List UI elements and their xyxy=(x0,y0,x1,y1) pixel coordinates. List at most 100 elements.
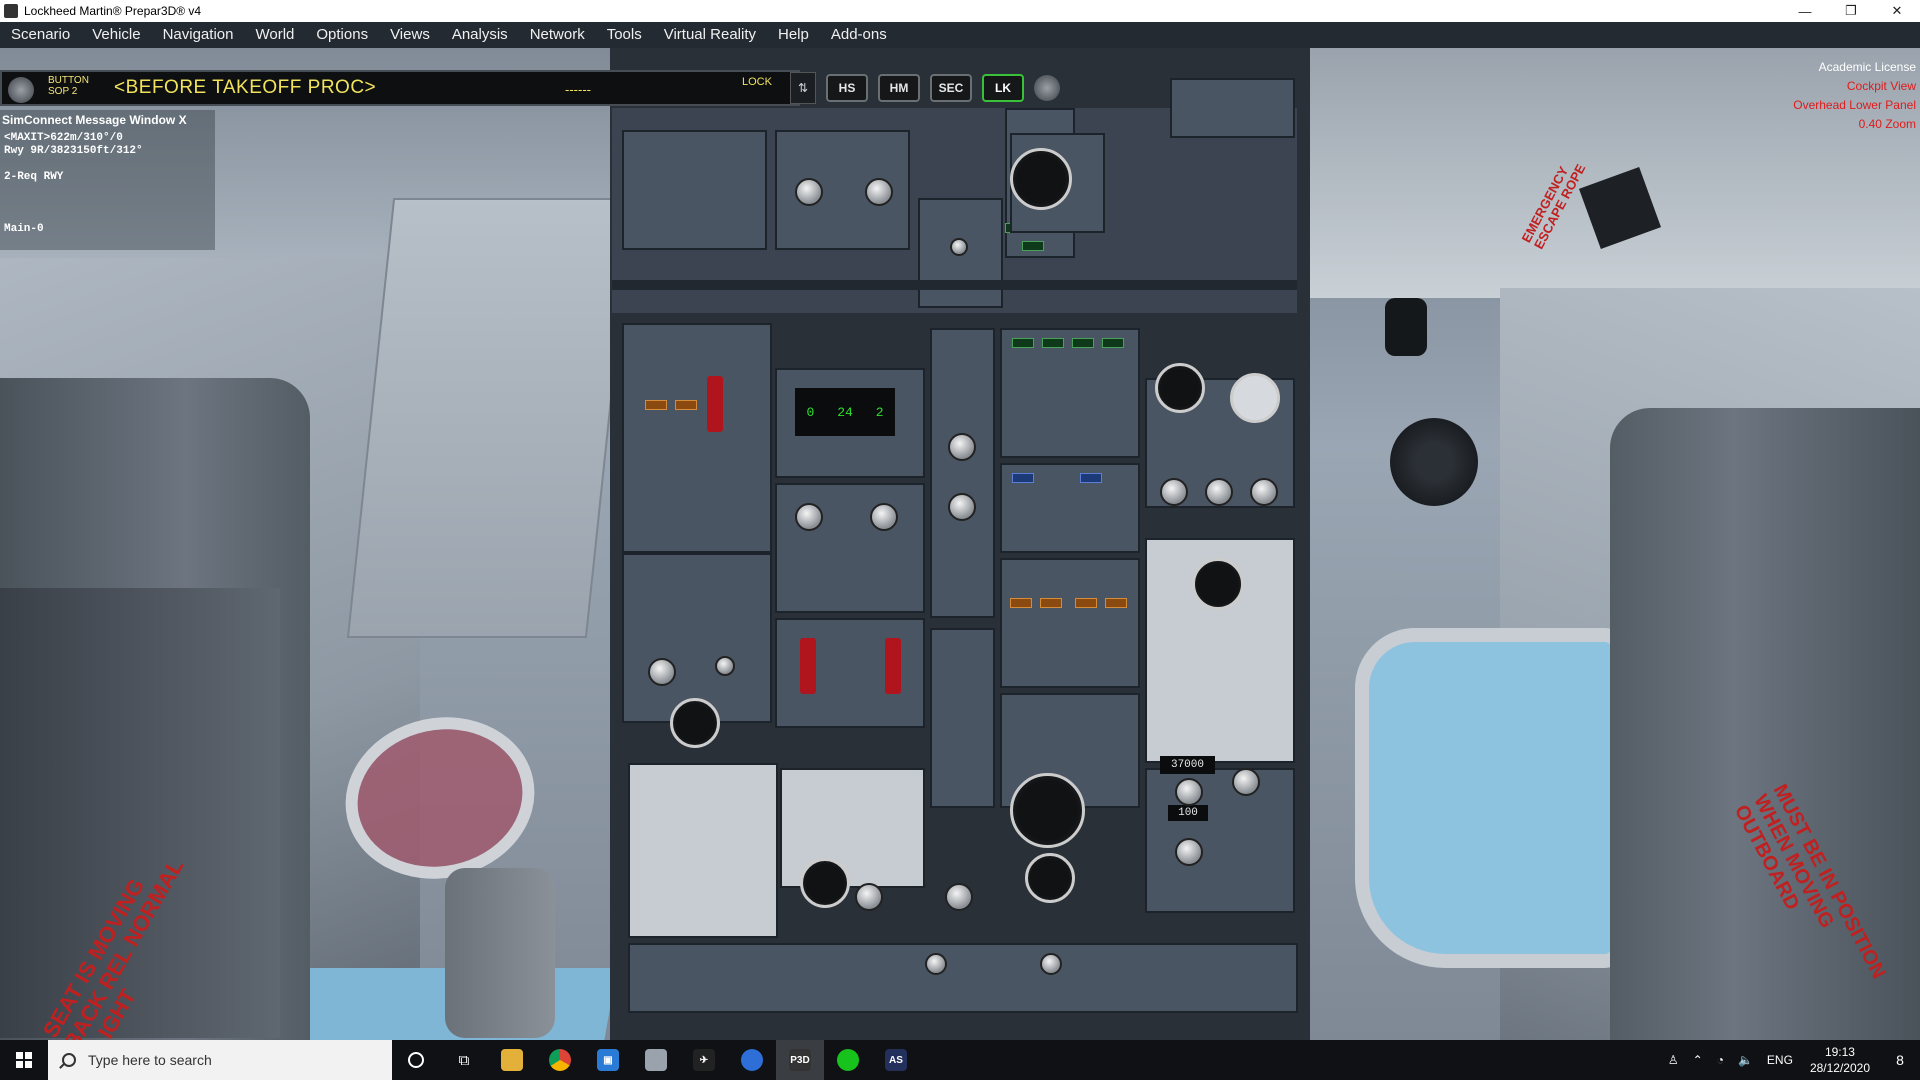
menu-options[interactable]: Options xyxy=(305,22,379,48)
person-icon[interactable]: ♙ xyxy=(1661,1053,1686,1067)
active-sky-icon[interactable]: AS xyxy=(872,1040,920,1080)
menu-network[interactable]: Network xyxy=(519,22,596,48)
duct-pressure-gauge xyxy=(1192,558,1244,610)
procedure-knob[interactable] xyxy=(8,77,34,103)
wiper-knob-right[interactable] xyxy=(855,883,883,911)
remote-desktop-icon[interactable]: ▣ xyxy=(584,1040,632,1080)
fuel-temp-gauge xyxy=(670,698,720,748)
dc-amps-value: 0 xyxy=(806,404,815,420)
menu-analysis[interactable]: Analysis xyxy=(441,22,519,48)
dc-ac-display: 0 24 2 xyxy=(795,388,895,436)
volume-icon[interactable]: 🔈 xyxy=(1731,1053,1760,1067)
globe-icon[interactable] xyxy=(728,1040,776,1080)
manual-valve-knob[interactable] xyxy=(1232,768,1260,796)
chevron-up-icon[interactable]: ⌃ xyxy=(1686,1053,1710,1067)
menu-vehicle[interactable]: Vehicle xyxy=(81,22,151,48)
aft-cab-knob[interactable] xyxy=(1250,478,1278,506)
simconnect-line-3: 2-Req RWY xyxy=(4,171,64,183)
hs-button[interactable]: HS xyxy=(826,74,868,102)
lock-label[interactable]: LOCK xyxy=(742,76,772,88)
app-generic-icon[interactable] xyxy=(632,1040,680,1080)
control-panel-switch[interactable] xyxy=(715,656,735,676)
procedure-label-line2: SOP 2 xyxy=(48,86,78,97)
apu-egt-gauge xyxy=(800,858,850,908)
procedure-display: BUTTON SOP 2 <BEFORE TAKEOFF PROC> -----… xyxy=(0,70,800,106)
procedure-name: <BEFORE TAKEOFF PROC> xyxy=(114,77,377,98)
procedure-dashes: ------ xyxy=(565,82,591,97)
flight-alt-knob[interactable] xyxy=(1175,778,1203,806)
fwd-cab-knob[interactable] xyxy=(1205,478,1233,506)
window-heat-lamp-2 xyxy=(1042,338,1064,348)
task-view-icon[interactable]: ⧉ xyxy=(440,1040,488,1080)
hyd-low-pressure-lamp-4 xyxy=(1105,598,1127,608)
menu-world[interactable]: World xyxy=(244,22,305,48)
fuel-panel xyxy=(628,763,778,938)
hm-button[interactable]: HM xyxy=(878,74,920,102)
right-window xyxy=(1355,628,1625,968)
panel-light-knob[interactable] xyxy=(948,493,976,521)
sec-button[interactable]: SEC xyxy=(930,74,972,102)
cockpit-view[interactable]: EMERGENCY ESCAPE ROPE SEAT IS MOVING BAC… xyxy=(0,48,1920,1040)
engine-anti-ice-lamp xyxy=(1080,473,1102,483)
simconnect-line-2: Rwy 9R/3823150ft/312° xyxy=(4,145,143,157)
menu-scenario[interactable]: Scenario xyxy=(0,22,81,48)
land-alt-knob[interactable] xyxy=(1175,838,1203,866)
source-selector[interactable] xyxy=(648,658,676,686)
flight-app-icon[interactable]: ✈ xyxy=(680,1040,728,1080)
notification-icon[interactable]: 8 xyxy=(1880,1040,1920,1080)
scroll-updown-icon[interactable]: ⇅ xyxy=(790,72,816,104)
duct-temp-gauge xyxy=(1155,363,1205,413)
dc-volts-value: 24 xyxy=(837,404,853,420)
ac-value: 2 xyxy=(875,404,884,420)
menu-navigation[interactable]: Navigation xyxy=(152,22,245,48)
taskbar-search[interactable]: Type here to search xyxy=(48,1040,392,1080)
flight-alt-display: 37000 xyxy=(1160,756,1215,774)
simconnect-line-1: <MAXIT>622m/310°/0 xyxy=(4,132,123,144)
side-handle[interactable] xyxy=(1385,298,1427,356)
cont-cab-knob[interactable] xyxy=(1160,478,1188,506)
notification-count: 8 xyxy=(1896,1052,1904,1068)
irs-right-knob[interactable] xyxy=(865,178,893,206)
visor-arm xyxy=(445,868,555,1038)
menu-add-ons[interactable]: Add-ons xyxy=(820,22,898,48)
menu-help[interactable]: Help xyxy=(767,22,820,48)
menu-views[interactable]: Views xyxy=(379,22,441,48)
clock[interactable]: 19:13 28/12/2020 xyxy=(1800,1044,1880,1076)
hyd-low-pressure-lamp-3 xyxy=(1075,598,1097,608)
cortana-icon[interactable] xyxy=(392,1040,440,1080)
disconnect-1-guard[interactable] xyxy=(800,638,816,694)
lk-button[interactable]: LK xyxy=(982,74,1024,102)
radar-icon[interactable] xyxy=(824,1040,872,1080)
menu-bar: Scenario Vehicle Navigation World Option… xyxy=(0,22,1920,48)
close-button[interactable]: ✕ xyxy=(1874,0,1920,22)
air-temp-selector-gauge xyxy=(1230,373,1280,423)
ac-meter-selector[interactable] xyxy=(870,503,898,531)
chrome-icon[interactable] xyxy=(536,1040,584,1080)
language-indicator[interactable]: ENG xyxy=(1760,1053,1800,1067)
disconnect-2-guard[interactable] xyxy=(885,638,901,694)
settings-knob[interactable] xyxy=(1034,75,1060,101)
clock-time: 19:13 xyxy=(1824,1045,1855,1059)
engine-start-1-knob[interactable] xyxy=(925,953,947,975)
dc-meter-selector[interactable] xyxy=(795,503,823,531)
alternate-flaps-guard[interactable] xyxy=(707,376,723,432)
p3d-icon[interactable]: P3D xyxy=(776,1040,824,1080)
network-icon[interactable]: ◔ xyxy=(1710,1053,1731,1067)
minimize-button[interactable]: — xyxy=(1782,0,1828,22)
restore-button[interactable]: ❐ xyxy=(1828,0,1874,22)
folding-table xyxy=(346,198,634,638)
hydraulic-pumps-panel xyxy=(1000,558,1140,688)
land-alt-display: 100 xyxy=(1168,805,1208,821)
menu-tools[interactable]: Tools xyxy=(596,22,653,48)
engine-start-2-knob[interactable] xyxy=(1040,953,1062,975)
file-explorer-icon[interactable] xyxy=(488,1040,536,1080)
wiper-knob-left[interactable] xyxy=(945,883,973,911)
stall-warning-test-panel xyxy=(1170,78,1295,138)
menu-virtual-reality[interactable]: Virtual Reality xyxy=(653,22,767,48)
window-heat-lamp-3 xyxy=(1072,338,1094,348)
dome-light-switch[interactable] xyxy=(950,238,968,256)
irs-left-knob[interactable] xyxy=(795,178,823,206)
circuit-breaker-knob[interactable] xyxy=(948,433,976,461)
start-button[interactable] xyxy=(0,1040,48,1080)
simconnect-title[interactable]: SimConnect Message Window X xyxy=(2,113,187,127)
